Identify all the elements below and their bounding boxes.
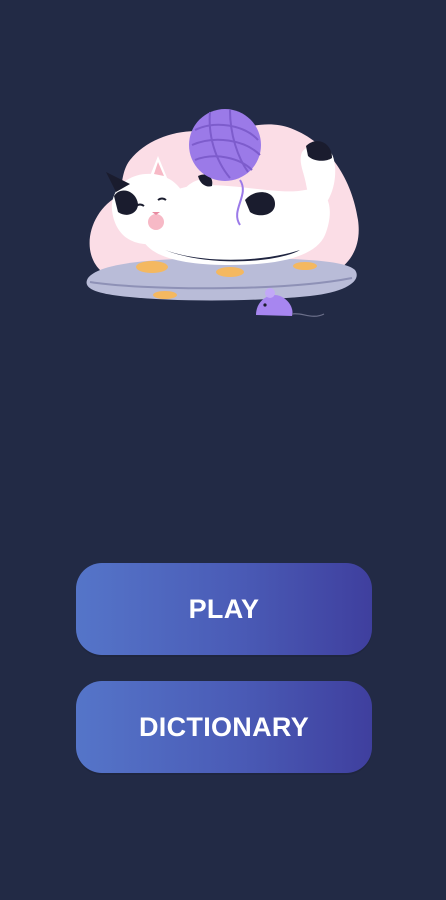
cushion-spot [216,267,244,277]
toy-mouse-tail [291,313,325,317]
toy-mouse-ear [265,288,275,298]
cat-illustration-svg [86,109,359,317]
toy-mouse-eye [263,303,267,307]
play-button[interactable]: PLAY [76,563,372,655]
main-menu-screen: PLAY DICTIONARY [0,0,446,900]
cat-cheek [148,214,164,230]
cushion-spot [136,261,168,273]
dictionary-button[interactable]: DICTIONARY [76,681,372,773]
cushion-spot [293,262,317,270]
cushion-spot [153,291,177,299]
cat-illustration [80,100,370,330]
